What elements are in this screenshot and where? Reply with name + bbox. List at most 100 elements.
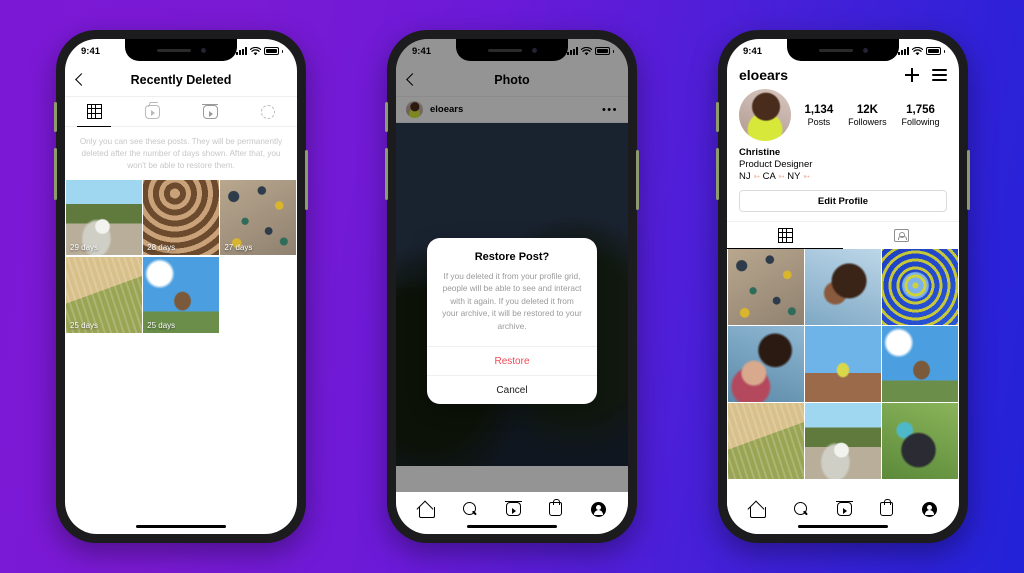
cancel-button[interactable]: Cancel xyxy=(427,375,597,404)
avatar[interactable] xyxy=(739,89,791,141)
post-thumbnail xyxy=(728,326,804,402)
deleted-post-item[interactable]: 28 days xyxy=(143,179,219,256)
profile-avatar-icon[interactable] xyxy=(590,501,606,517)
plus-icon[interactable] xyxy=(905,68,919,82)
deleted-post-item[interactable]: 27 days xyxy=(220,179,296,256)
post-item[interactable] xyxy=(728,326,804,402)
post-item[interactable] xyxy=(882,403,958,480)
search-icon[interactable] xyxy=(462,501,478,517)
phone-side-rail xyxy=(967,150,970,210)
deleted-posts-grid: 29 days 28 days 27 days 25 days 25 days xyxy=(65,179,297,333)
arrow-emoji-icon: ➳ xyxy=(753,172,760,181)
igtv-icon xyxy=(144,104,160,119)
profile-handle[interactable]: eloears xyxy=(739,67,788,83)
location-3: NY xyxy=(787,171,801,182)
tagged-person-icon xyxy=(893,229,909,242)
days-remaining-label: 25 days xyxy=(147,320,176,330)
home-icon[interactable] xyxy=(749,502,767,518)
front-camera xyxy=(531,47,537,53)
post-thumbnail xyxy=(882,249,958,325)
home-indicator xyxy=(136,524,226,528)
profile-stats-row: 1,134 Posts 12K Followers 1,756 Followin… xyxy=(727,85,959,141)
tab-reels[interactable] xyxy=(181,97,239,126)
profile-header: eloears xyxy=(727,63,959,85)
deleted-post-item[interactable]: 25 days xyxy=(143,256,219,333)
dialog-title: Restore Post? xyxy=(474,251,550,263)
stat-posts[interactable]: 1,134 Posts xyxy=(804,104,833,127)
cellular-signal-icon xyxy=(235,47,247,55)
deleted-post-item[interactable]: 29 days xyxy=(66,179,142,256)
profile-tabs xyxy=(727,221,959,249)
days-remaining-label: 29 days xyxy=(70,243,99,253)
home-indicator xyxy=(798,524,888,528)
phone-profile: 9:41 eloears 1,134 Posts 12K Followers 1… xyxy=(716,30,970,543)
post-thumbnail xyxy=(728,403,804,480)
days-remaining-label: 25 days xyxy=(70,320,99,330)
days-remaining-label: 28 days xyxy=(147,243,176,253)
profile-locations: NJ ➳ CA ➳ NY ➳ xyxy=(739,171,947,182)
post-item[interactable] xyxy=(805,326,881,402)
edit-profile-button[interactable]: Edit Profile xyxy=(739,190,947,212)
post-thumbnail xyxy=(805,403,881,480)
tab-tagged[interactable] xyxy=(843,222,959,249)
post-thumbnail xyxy=(728,249,804,325)
status-indicators xyxy=(235,46,283,56)
front-camera xyxy=(862,47,868,53)
grid-icon xyxy=(777,228,793,243)
hamburger-menu-icon[interactable] xyxy=(932,69,947,81)
deleted-post-item[interactable]: 25 days xyxy=(66,256,142,333)
shop-bag-icon[interactable] xyxy=(880,498,894,516)
device-notch xyxy=(125,39,237,61)
tab-igtv[interactable] xyxy=(123,97,181,126)
wifi-icon xyxy=(911,46,923,55)
media-type-tabs xyxy=(65,97,297,127)
stat-followers[interactable]: 12K Followers xyxy=(848,104,887,127)
phone-recently-deleted: 9:41 Recently Deleted Only you can see t… xyxy=(54,30,308,543)
tab-stories[interactable] xyxy=(239,97,297,126)
post-item[interactable] xyxy=(882,326,958,402)
stat-value: 1,756 xyxy=(906,103,935,116)
earpiece-speaker xyxy=(487,48,522,52)
post-item[interactable] xyxy=(805,403,881,480)
screen-profile: 9:41 eloears 1,134 Posts 12K Followers 1… xyxy=(727,39,959,534)
stat-label: Following xyxy=(901,116,940,127)
page-title: Recently Deleted xyxy=(130,72,232,87)
reels-icon[interactable] xyxy=(836,501,853,516)
deleted-posts-notice: Only you can see these posts. They will … xyxy=(79,137,283,170)
status-indicators xyxy=(566,46,614,56)
battery-tip xyxy=(281,49,283,53)
stat-following[interactable]: 1,756 Following xyxy=(902,104,940,127)
post-item[interactable] xyxy=(728,403,804,480)
dialog-message: If you deleted it from your profile grid… xyxy=(442,271,582,331)
post-item[interactable] xyxy=(728,249,804,325)
profile-name: Christine xyxy=(739,147,781,158)
days-remaining-label: 27 days xyxy=(224,243,253,253)
restore-button[interactable]: Restore xyxy=(427,346,597,375)
battery-tip xyxy=(943,49,945,53)
story-circle-icon xyxy=(261,104,275,119)
battery-tip xyxy=(612,49,614,53)
stat-value: 1,134 xyxy=(804,103,834,116)
profile-avatar-icon[interactable] xyxy=(921,501,937,517)
reels-icon[interactable] xyxy=(505,501,522,516)
shop-bag-icon[interactable] xyxy=(549,498,563,516)
phone-side-rail xyxy=(305,150,308,210)
screen-recently-deleted: 9:41 Recently Deleted Only you can see t… xyxy=(65,39,297,534)
search-icon[interactable] xyxy=(793,501,809,517)
profile-role: Product Designer xyxy=(739,159,813,170)
home-indicator xyxy=(467,524,557,528)
stat-label: Posts xyxy=(807,116,831,127)
restore-post-dialog: Restore Post? If you deleted it from you… xyxy=(427,238,597,405)
phone-side-rail xyxy=(636,150,639,210)
stats-group: 1,134 Posts 12K Followers 1,756 Followin… xyxy=(791,104,947,127)
tab-grid[interactable] xyxy=(65,97,123,127)
tab-posts-grid[interactable] xyxy=(727,222,843,249)
battery-icon xyxy=(925,47,941,55)
post-thumbnail xyxy=(882,403,958,480)
stat-label: Followers xyxy=(848,116,887,127)
home-icon[interactable] xyxy=(418,502,436,518)
status-time: 9:41 xyxy=(412,45,432,57)
post-item[interactable] xyxy=(882,249,958,325)
status-time: 9:41 xyxy=(81,45,101,57)
post-item[interactable] xyxy=(805,249,881,325)
